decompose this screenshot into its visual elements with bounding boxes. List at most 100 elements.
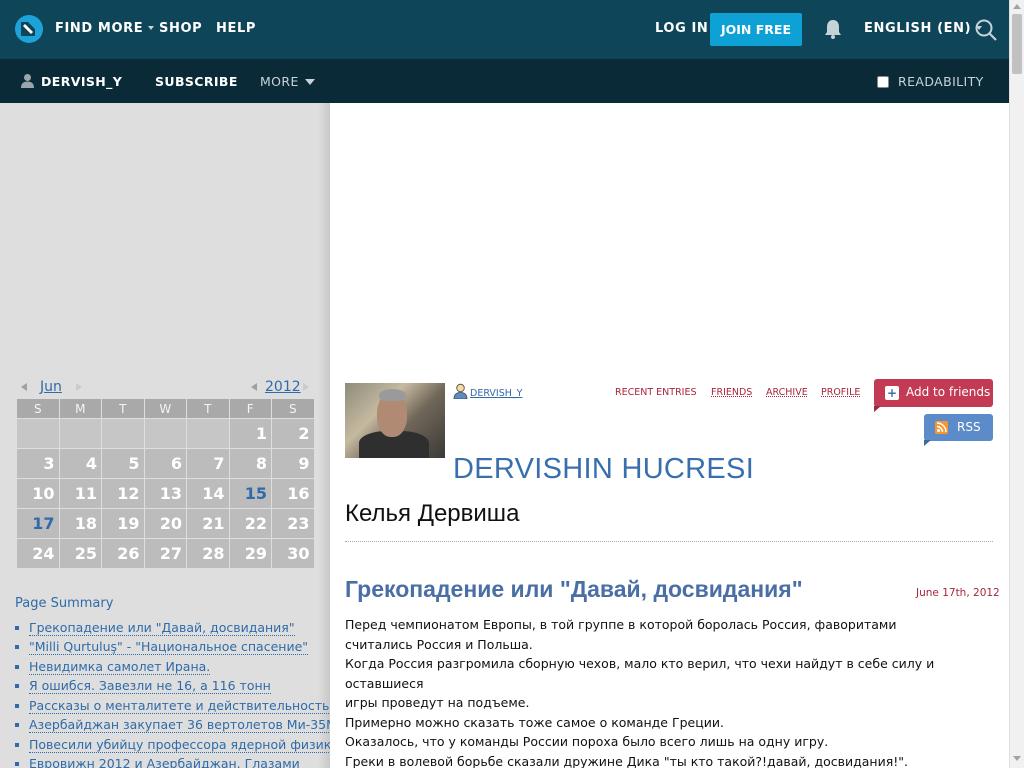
calendar-days: 1 2 3 4 5 6 7 8 9 10 11 12 13 14 15 16 17 18 19 20 21 22 23 24 2… — [17, 419, 314, 568]
prev-month-arrow-icon[interactable] — [21, 383, 27, 391]
chevron-down-icon — [148, 26, 155, 30]
calendar-empty-cell — [17, 419, 59, 448]
bullet-icon — [15, 684, 19, 689]
archive-link[interactable]: ARCHIVE — [766, 387, 808, 398]
readability-toggle[interactable]: READABILITY — [877, 74, 984, 89]
summary-item: Повесили убийцу профессора ядерной физик… — [15, 735, 341, 755]
calendar-day: 14 — [187, 479, 229, 508]
calendar-day: 18 — [59, 509, 101, 538]
post-line: Перед чемпионатом Европы, в той группе в… — [345, 617, 897, 632]
subscribe-link[interactable]: SUBSCRIBE — [155, 74, 238, 89]
plus-icon: + — [885, 386, 899, 400]
calendar-empty-cell — [144, 419, 186, 448]
calendar-day: 10 — [17, 479, 59, 508]
calendar-weekday: F — [229, 399, 271, 418]
bullet-icon — [15, 742, 19, 747]
page-scrollbar[interactable] — [1009, 0, 1024, 768]
calendar-day: 26 — [102, 539, 144, 568]
calendar-weekday: T — [187, 399, 229, 418]
help-link[interactable]: HELP — [216, 21, 256, 36]
more-menu[interactable]: MORE — [260, 74, 315, 89]
bullet-icon — [15, 703, 19, 708]
add-to-friends-label: Add to friends — [906, 385, 991, 399]
summary-item-link[interactable]: Я ошибся. Завезли не 16, а 116 тонн — [29, 678, 271, 695]
user-profile-icon[interactable] — [453, 383, 468, 399]
summary-item-link[interactable]: Грекопадение или "Давай, досвидания" — [29, 620, 295, 636]
calendar-day: 20 — [144, 509, 186, 538]
language-label: ENGLISH (EN) — [864, 21, 972, 36]
divider — [345, 541, 993, 542]
profile-link[interactable]: PROFILE — [821, 387, 860, 398]
journal-user-link[interactable]: DERVISH_Y — [41, 74, 122, 89]
summary-item: Евровижн 2012 и Азербайджан. Глазами — [15, 755, 341, 768]
shop-link[interactable]: SHOP — [159, 21, 202, 36]
calendar-weekday: S — [17, 399, 59, 418]
calendar-day[interactable]: 15 — [229, 479, 271, 508]
readability-label: READABILITY — [898, 74, 984, 89]
summary-item-link[interactable]: Повесили убийцу профессора ядерной физик… — [29, 737, 340, 753]
bullet-icon — [15, 762, 19, 767]
calendar-weekday: T — [102, 399, 144, 418]
summary-item-link[interactable]: Евровижн 2012 и Азербайджан. Глазами — [29, 756, 300, 768]
calendar-month-link[interactable]: Jun — [40, 379, 62, 395]
user-icon — [21, 74, 34, 88]
post-line: Оказалось, что у команды России пороха б… — [345, 734, 829, 749]
summary-item: Я ошибся. Завезли не 16, а 116 тонн — [15, 677, 341, 697]
prev-year-arrow-icon[interactable] — [251, 383, 257, 391]
livejournal-logo-icon[interactable] — [14, 14, 44, 44]
calendar-day: 1 — [229, 419, 271, 448]
bullet-icon — [15, 723, 19, 728]
summary-item-link[interactable]: Азербайджан закупает 36 вертолетов Ми-35… — [29, 717, 341, 734]
calendar-day: 3 — [17, 449, 59, 478]
calendar-day: 25 — [59, 539, 101, 568]
readability-checkbox[interactable] — [877, 75, 889, 88]
friends-link[interactable]: FRIENDS — [711, 387, 752, 398]
calendar-week-row: 17 18 19 20 21 22 23 — [17, 509, 314, 538]
avatar-hair — [379, 389, 406, 401]
join-free-button[interactable]: JOIN FREE — [710, 13, 802, 46]
calendar-day: 8 — [229, 449, 271, 478]
more-label: MORE — [260, 74, 299, 89]
rss-label: RSS — [957, 420, 981, 434]
calendar-year-link[interactable]: 2012 — [265, 379, 301, 395]
calendar-day: 13 — [144, 479, 186, 508]
recent-entries-link[interactable]: RECENT ENTRIES — [615, 387, 697, 398]
blog-title[interactable]: DERVISHIN HUCRESI — [453, 453, 754, 486]
scroll-up-arrow-icon[interactable] — [1013, 4, 1021, 9]
next-year-arrow-icon — [303, 383, 309, 391]
post-date[interactable]: June 17th, 2012 — [916, 587, 1000, 599]
post-title[interactable]: Грекопадение или "Давай, досвидания" — [345, 576, 803, 603]
calendar-day: 21 — [187, 509, 229, 538]
summary-item: Грекопадение или "Давай, досвидания" — [15, 618, 341, 638]
add-to-friends-button[interactable]: + Add to friends — [874, 379, 993, 407]
calendar-day: 2 — [272, 419, 314, 448]
login-link[interactable]: LOG IN — [655, 21, 708, 36]
calendar-day[interactable]: 17 — [17, 509, 59, 538]
notifications-bell-icon[interactable] — [822, 18, 844, 40]
find-more-menu[interactable]: FIND MORE — [55, 21, 155, 36]
summary-item-link[interactable]: Рассказы о менталитете и действительност… — [29, 698, 334, 714]
search-icon[interactable] — [974, 18, 998, 42]
ribbon-tail — [874, 406, 881, 412]
next-month-arrow-icon — [76, 383, 82, 391]
calendar-weekday: S — [272, 399, 314, 418]
profile-username-link[interactable]: DERVISH_Y — [470, 388, 522, 399]
calendar-day: 28 — [187, 539, 229, 568]
rss-button[interactable]: RSS — [924, 414, 993, 441]
calendar-week-row: 10 11 12 13 14 15 16 — [17, 479, 314, 508]
summary-item-link[interactable]: Невидимка самолет Ирана. — [29, 659, 211, 675]
scroll-down-arrow-icon[interactable] — [1013, 756, 1021, 761]
bullet-icon — [15, 645, 19, 650]
calendar-day: 30 — [272, 539, 314, 568]
calendar-week-row: 24 25 26 27 28 29 30 — [17, 539, 314, 568]
bullet-icon — [15, 625, 19, 630]
user-avatar[interactable] — [345, 383, 445, 458]
calendar-day: 29 — [229, 539, 271, 568]
scroll-thumb[interactable] — [1012, 14, 1022, 74]
calendar-week-row: 3456789 — [17, 449, 314, 478]
rss-icon — [935, 421, 948, 434]
calendar-weekday: M — [59, 399, 101, 418]
calendar-day: 27 — [144, 539, 186, 568]
language-selector[interactable]: ENGLISH (EN) — [864, 21, 983, 36]
summary-item-link[interactable]: "Milli Qurtuluş" - "Национальное спасени… — [29, 639, 309, 656]
